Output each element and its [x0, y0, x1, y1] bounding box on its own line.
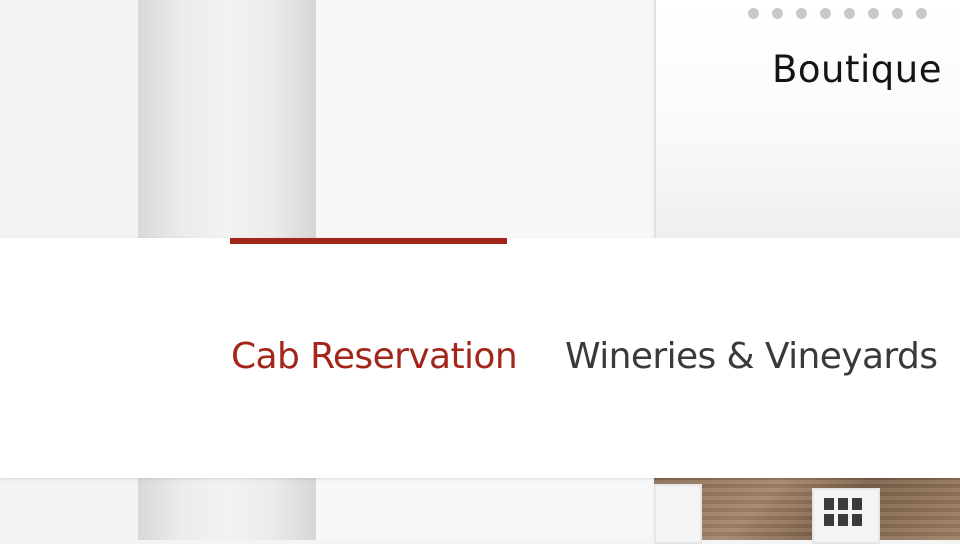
dot-icon[interactable]	[844, 8, 855, 19]
dot-icon[interactable]	[772, 8, 783, 19]
boutique-card[interactable]: Boutique	[654, 0, 960, 238]
carousel-dots	[748, 8, 927, 19]
tab-cab-reservation[interactable]: Cab Reservation	[231, 336, 518, 377]
dot-icon[interactable]	[748, 8, 759, 19]
active-tab-indicator	[230, 238, 507, 244]
dot-icon[interactable]	[868, 8, 879, 19]
dot-icon[interactable]	[820, 8, 831, 19]
window-image	[654, 484, 702, 544]
tab-wineries-vineyards[interactable]: Wineries & Vineyards	[565, 336, 938, 377]
card-title: Boutique	[772, 48, 942, 91]
category-tab-bar: Cab Reservation Wineries & Vineyards	[0, 238, 960, 478]
dot-icon[interactable]	[916, 8, 927, 19]
dot-icon[interactable]	[796, 8, 807, 19]
stone-building-image	[654, 478, 960, 544]
window-image	[812, 488, 880, 544]
dot-icon[interactable]	[892, 8, 903, 19]
